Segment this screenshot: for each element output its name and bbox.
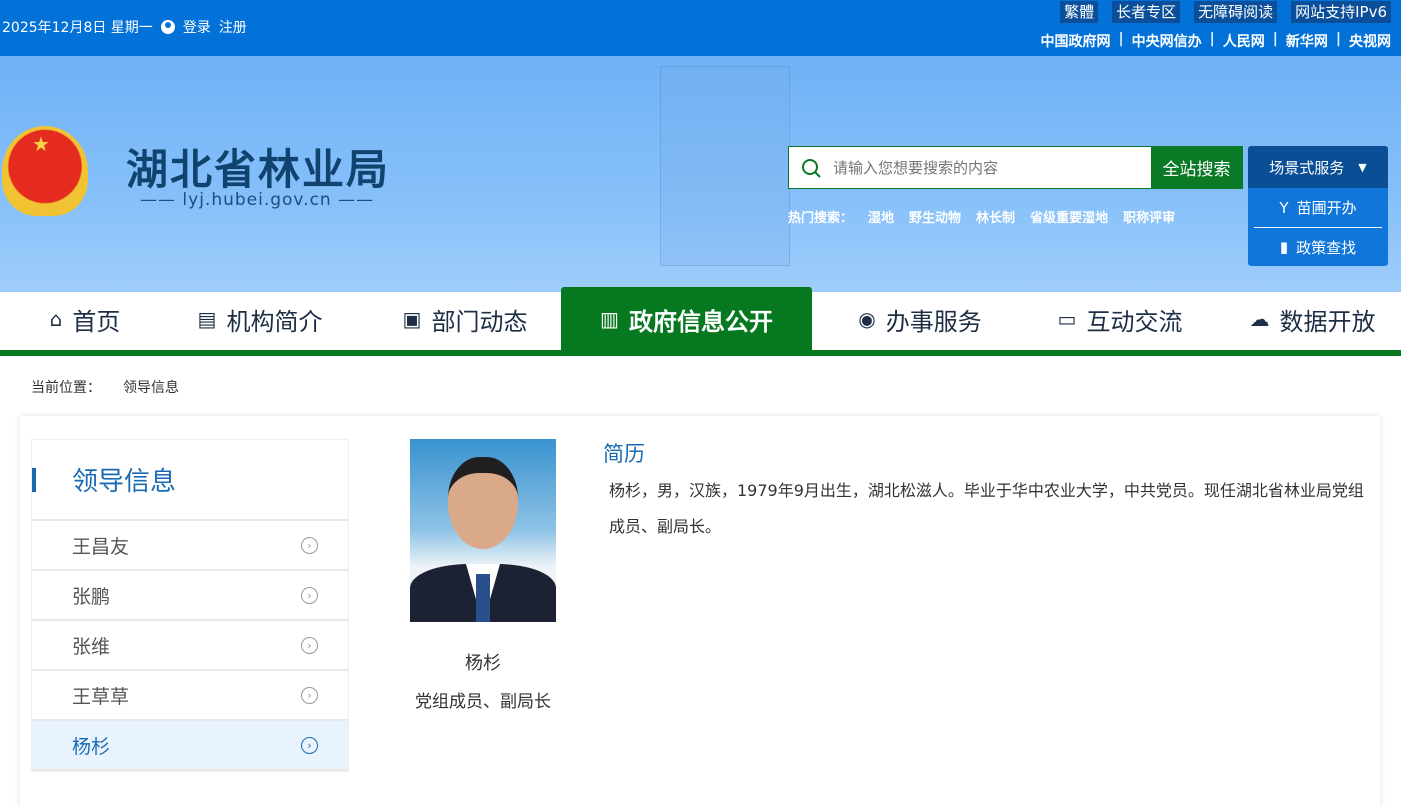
nav-home[interactable]: ⌂ 首页 xyxy=(30,287,140,351)
sidebar-title: 领导信息 xyxy=(32,440,348,521)
search-box: 全站搜索 xyxy=(788,146,1243,189)
caret-down-icon: ▼ xyxy=(1358,160,1367,174)
link-gov[interactable]: 中国政府网 xyxy=(1041,31,1111,51)
nav-interaction[interactable]: ▭ 互动交流 xyxy=(1045,287,1195,351)
chevron-right-circle-icon: › xyxy=(301,636,318,654)
resume-heading: 简历 xyxy=(603,442,645,466)
user-icon xyxy=(160,20,175,34)
site-title[interactable]: 湖北省林业局 xyxy=(126,136,390,197)
home-icon: ⌂ xyxy=(49,307,63,331)
link-cctv[interactable]: 央视网 xyxy=(1349,31,1391,51)
breadcrumb-current[interactable]: 领导信息 xyxy=(123,377,179,397)
hot-item[interactable]: 省级重要湿地 xyxy=(1030,207,1108,226)
document-icon: ▥ xyxy=(600,307,619,331)
breadcrumb-label: 当前位置： xyxy=(31,380,101,396)
chevron-right-circle-icon: › xyxy=(301,736,318,754)
nav-news[interactable]: ▣ 部门动态 xyxy=(390,287,540,351)
scene-service-button[interactable]: 场景式服务 ▼ xyxy=(1248,146,1388,188)
hot-label: 热门搜索： xyxy=(788,211,854,226)
top-bar: 2025年12月8日 星期一 登录 注册 繁體 长者专区 无障碍阅读 网站支持I… xyxy=(0,0,1401,56)
main-nav: ⌂ 首页 ▤ 机构简介 ▣ 部门动态 ▥ 政府信息公开 ◉ 办事服务 ▭ 互动交流 ☁ 数据开… xyxy=(0,287,1401,351)
link-cac[interactable]: 中央网信办 xyxy=(1132,31,1202,51)
nav-about[interactable]: ▤ 机构简介 xyxy=(185,287,335,351)
ipv6-badge[interactable]: 网站支持IPv6 xyxy=(1291,1,1391,23)
hot-item[interactable]: 野生动物 xyxy=(909,207,961,226)
leader-photo xyxy=(410,439,556,622)
chevron-right-circle-icon: › xyxy=(301,586,318,604)
sidebar-item[interactable]: 王草草 › xyxy=(32,671,348,721)
external-links: 中国政府网 | 中央网信办 | 人民网 | 新华网 | 央视网 xyxy=(1040,31,1392,51)
elderly-zone-button[interactable]: 长者专区 xyxy=(1112,1,1181,23)
hot-item[interactable]: 职称评审 xyxy=(1123,207,1175,226)
traditional-chinese-button[interactable]: 繁體 xyxy=(1060,1,1099,23)
chevron-right-circle-icon: › xyxy=(301,686,318,704)
sidebar-item-active[interactable]: 杨杉 › xyxy=(32,721,348,771)
link-xinhua[interactable]: 新华网 xyxy=(1286,31,1328,51)
sidebar: 领导信息 王昌友 › 张鹏 › 张维 › 王草草 › 杨杉 › xyxy=(31,439,349,772)
date-text: 2025年12月8日 星期一 xyxy=(2,20,153,36)
sprout-icon: Y xyxy=(1279,198,1289,217)
nav-services[interactable]: ◉ 办事服务 xyxy=(845,287,995,351)
book-icon: ▮ xyxy=(1279,238,1289,256)
policy-item[interactable]: ▮ 政策查找 xyxy=(1254,227,1382,266)
search-button[interactable]: 全站搜索 xyxy=(1151,147,1242,188)
building-icon: ▤ xyxy=(197,307,217,331)
national-emblem-icon: ★ xyxy=(2,126,88,216)
accessibility-button[interactable]: 无障碍阅读 xyxy=(1194,1,1278,23)
hot-searches: 热门搜索： 湿地 野生动物 林长制 省级重要湿地 职称评审 xyxy=(788,207,1175,226)
sidebar-item[interactable]: 张维 › xyxy=(32,621,348,671)
site-url: —— lyj.hubei.gov.cn —— xyxy=(140,190,375,210)
login-link[interactable]: 登录 xyxy=(183,17,211,37)
hot-item[interactable]: 林长制 xyxy=(976,207,1015,226)
header-banner: ★ 湖北省林业局 —— lyj.hubei.gov.cn —— 全站搜索 热门搜… xyxy=(0,56,1401,292)
scene-service-menu: 场景式服务 ▼ Y 苗圃开办 ▮ 政策查找 xyxy=(1248,146,1388,266)
link-people[interactable]: 人民网 xyxy=(1223,31,1265,51)
nav-underline xyxy=(0,350,1401,356)
nav-data[interactable]: ☁ 数据开放 xyxy=(1240,287,1385,351)
news-icon: ▣ xyxy=(402,307,422,331)
search-input[interactable] xyxy=(833,147,1151,188)
leader-name: 杨杉 xyxy=(465,653,501,674)
chevron-right-circle-icon: › xyxy=(301,536,318,554)
date-login: 2025年12月8日 星期一 登录 注册 xyxy=(2,17,247,37)
nav-gov-info[interactable]: ▥ 政府信息公开 xyxy=(561,287,812,351)
cloud-icon: ☁ xyxy=(1249,307,1270,331)
register-link[interactable]: 注册 xyxy=(219,17,247,37)
resume-text: 杨杉，男，汉族，1979年9月出生，湖北松滋人。毕业于华中农业大学，中共党员。现… xyxy=(609,481,1364,536)
emblem-icon: ◉ xyxy=(858,307,876,331)
chat-icon: ▭ xyxy=(1057,307,1077,331)
sidebar-item[interactable]: 王昌友 › xyxy=(32,521,348,571)
tower-illustration xyxy=(660,66,790,266)
hot-item[interactable]: 湿地 xyxy=(868,207,894,226)
nursery-item[interactable]: Y 苗圃开办 xyxy=(1254,188,1382,227)
sidebar-item[interactable]: 张鹏 › xyxy=(32,571,348,621)
search-icon xyxy=(789,147,833,188)
breadcrumb: 当前位置： 领导信息 xyxy=(31,377,179,397)
leader-position: 党组成员、副局长 xyxy=(415,692,551,712)
content-card: 领导信息 王昌友 › 张鹏 › 张维 › 王草草 › 杨杉 › 杨杉 党组成员、副局长 简… xyxy=(20,416,1380,806)
